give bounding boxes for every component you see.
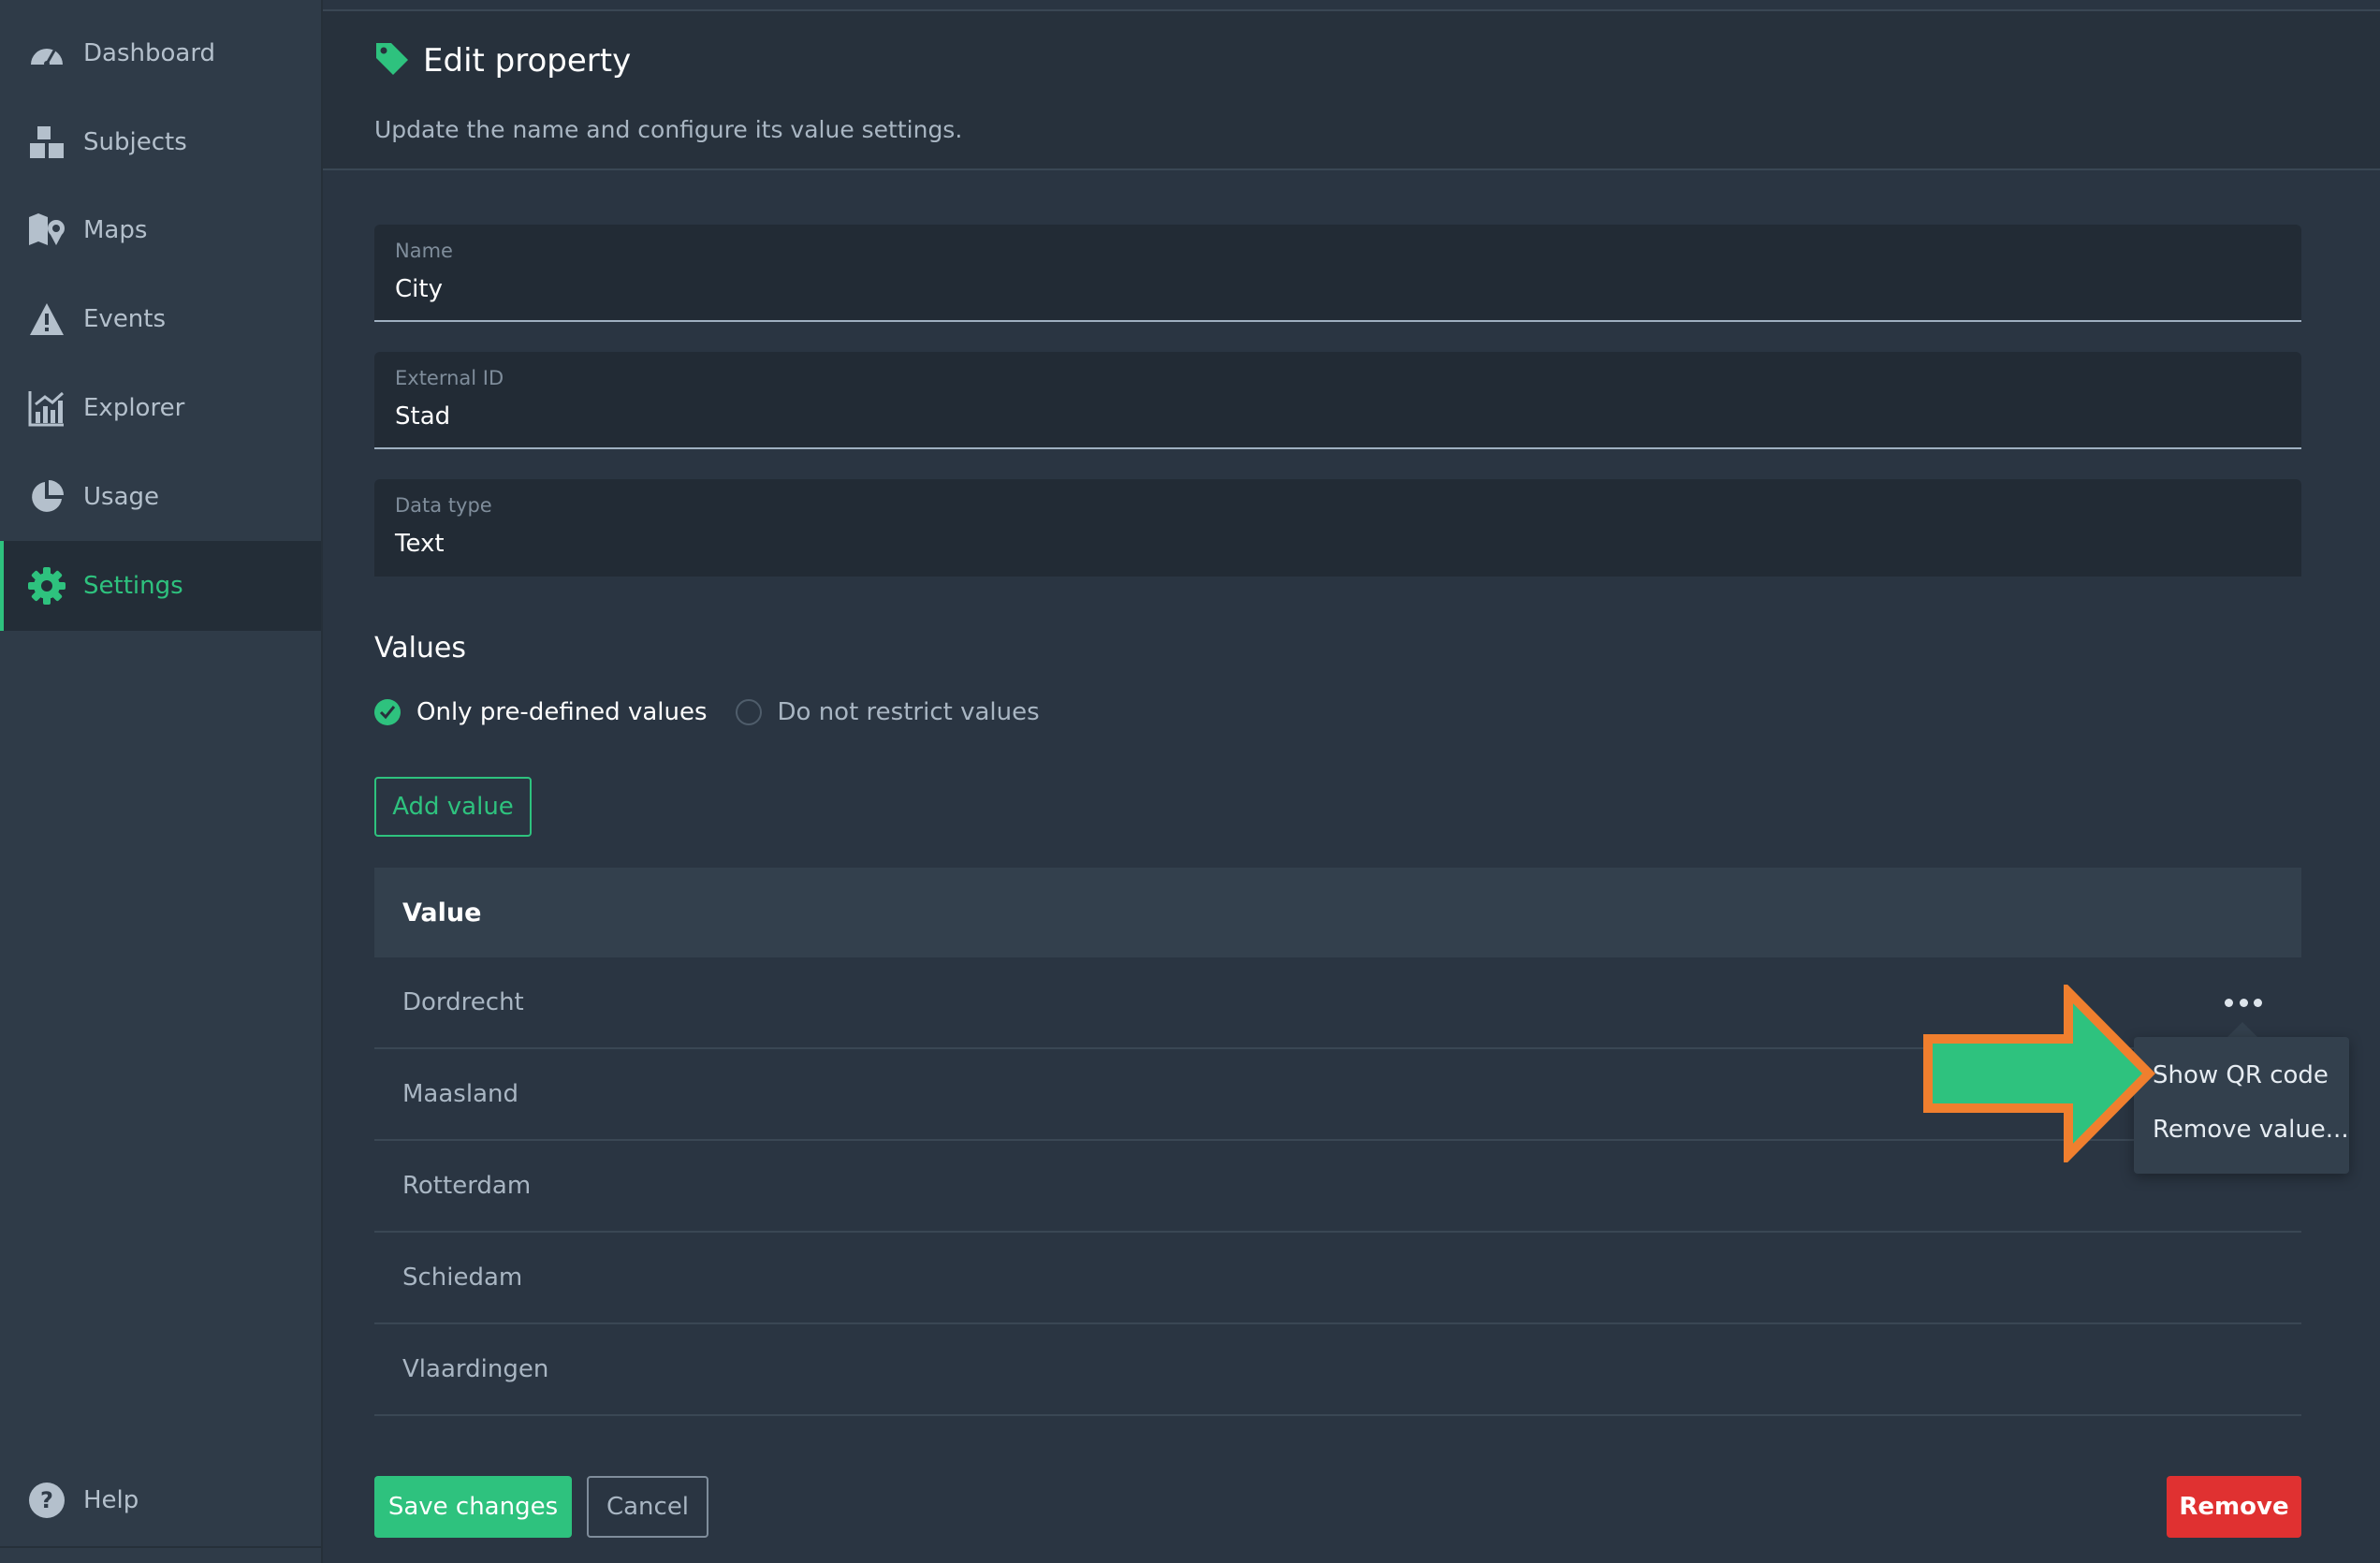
data-type-field-value: Text — [395, 530, 445, 558]
data-type-field: Data type Text — [374, 479, 2301, 577]
data-type-field-label: Data type — [395, 494, 492, 517]
question-circle-icon: ? — [26, 1480, 67, 1521]
pie-chart-icon — [26, 476, 67, 518]
external-id-field[interactable]: External ID Stad — [374, 352, 2301, 449]
sidebar-item-help[interactable]: ? Help — [0, 1455, 321, 1545]
radio-only-predefined[interactable] — [374, 699, 401, 725]
sidebar-item-explorer[interactable]: Explorer — [0, 363, 321, 453]
tag-icon — [374, 41, 410, 80]
row-context-menu: Show QR code Remove value... — [2134, 1037, 2349, 1174]
gear-icon — [26, 565, 67, 606]
sidebar-item-label: Dashboard — [83, 39, 216, 67]
menu-item-remove-value[interactable]: Remove value... — [2153, 1116, 2349, 1144]
chart-icon — [26, 387, 67, 429]
sidebar-item-settings[interactable]: Settings — [0, 541, 321, 631]
sidebar-item-maps[interactable]: Maps — [0, 185, 321, 275]
radio-only-predefined-label[interactable]: Only pre-defined values — [416, 698, 708, 726]
sidebar-item-label: Usage — [83, 483, 160, 511]
main-content: Edit property Update the name and config… — [323, 0, 2380, 1563]
sidebar-item-label: Settings — [83, 572, 183, 600]
page-title: Edit property — [423, 42, 632, 80]
radio-do-not-restrict-label[interactable]: Do not restrict values — [778, 698, 1040, 726]
table-header-value: Value — [374, 868, 2301, 957]
sidebar: Dashboard Subjects Maps Events Explorer … — [0, 0, 323, 1563]
external-id-field-value[interactable]: Stad — [395, 402, 450, 431]
table-row[interactable]: Schiedam — [374, 1233, 2301, 1324]
sidebar-item-label: Explorer — [83, 394, 185, 422]
warning-triangle-icon — [26, 299, 67, 340]
table-cell-value: Rotterdam — [402, 1172, 532, 1200]
more-options-icon[interactable] — [2225, 991, 2262, 1014]
table-row[interactable]: Vlaardingen — [374, 1324, 2301, 1416]
values-restriction-options: Only pre-defined values Do not restrict … — [374, 698, 1040, 726]
name-field-value[interactable]: City — [395, 275, 443, 303]
context-menu-caret — [2227, 1022, 2257, 1037]
menu-item-show-qr-code[interactable]: Show QR code — [2153, 1061, 2329, 1089]
table-cell-value: Dordrecht — [402, 988, 524, 1016]
radio-do-not-restrict[interactable] — [735, 699, 762, 725]
map-pin-icon — [26, 210, 67, 251]
sidebar-item-usage[interactable]: Usage — [0, 452, 321, 542]
add-value-button[interactable]: Add value — [374, 777, 532, 837]
table-cell-value: Vlaardingen — [402, 1355, 549, 1383]
sidebar-divider — [0, 1546, 321, 1548]
check-icon — [379, 706, 396, 720]
sidebar-item-label: Help — [83, 1486, 139, 1514]
cancel-button[interactable]: Cancel — [587, 1476, 708, 1538]
table-cell-value: Schiedam — [402, 1264, 523, 1292]
table-cell-value: Maasland — [402, 1080, 518, 1108]
external-id-field-label: External ID — [395, 367, 504, 389]
sidebar-item-label: Subjects — [83, 128, 187, 156]
save-changes-button[interactable]: Save changes — [374, 1476, 572, 1538]
annotation-arrow-icon — [1923, 985, 2156, 1162]
sidebar-item-label: Maps — [83, 216, 148, 244]
name-field-label: Name — [395, 240, 453, 262]
sidebar-item-dashboard[interactable]: Dashboard — [0, 8, 321, 98]
remove-button[interactable]: Remove — [2167, 1476, 2301, 1538]
subjects-boxes-icon — [26, 122, 67, 163]
dashboard-gauge-icon — [26, 33, 67, 74]
sidebar-item-label: Events — [83, 305, 167, 333]
sidebar-item-events[interactable]: Events — [0, 274, 321, 364]
name-field[interactable]: Name City — [374, 225, 2301, 322]
sidebar-item-subjects[interactable]: Subjects — [0, 97, 321, 187]
page-header: Edit property Update the name and config… — [323, 11, 2380, 170]
svg-text:?: ? — [40, 1487, 53, 1513]
values-section-title: Values — [374, 632, 467, 665]
page-subtitle: Update the name and configure its value … — [374, 116, 963, 143]
title-row: Edit property — [374, 41, 631, 80]
